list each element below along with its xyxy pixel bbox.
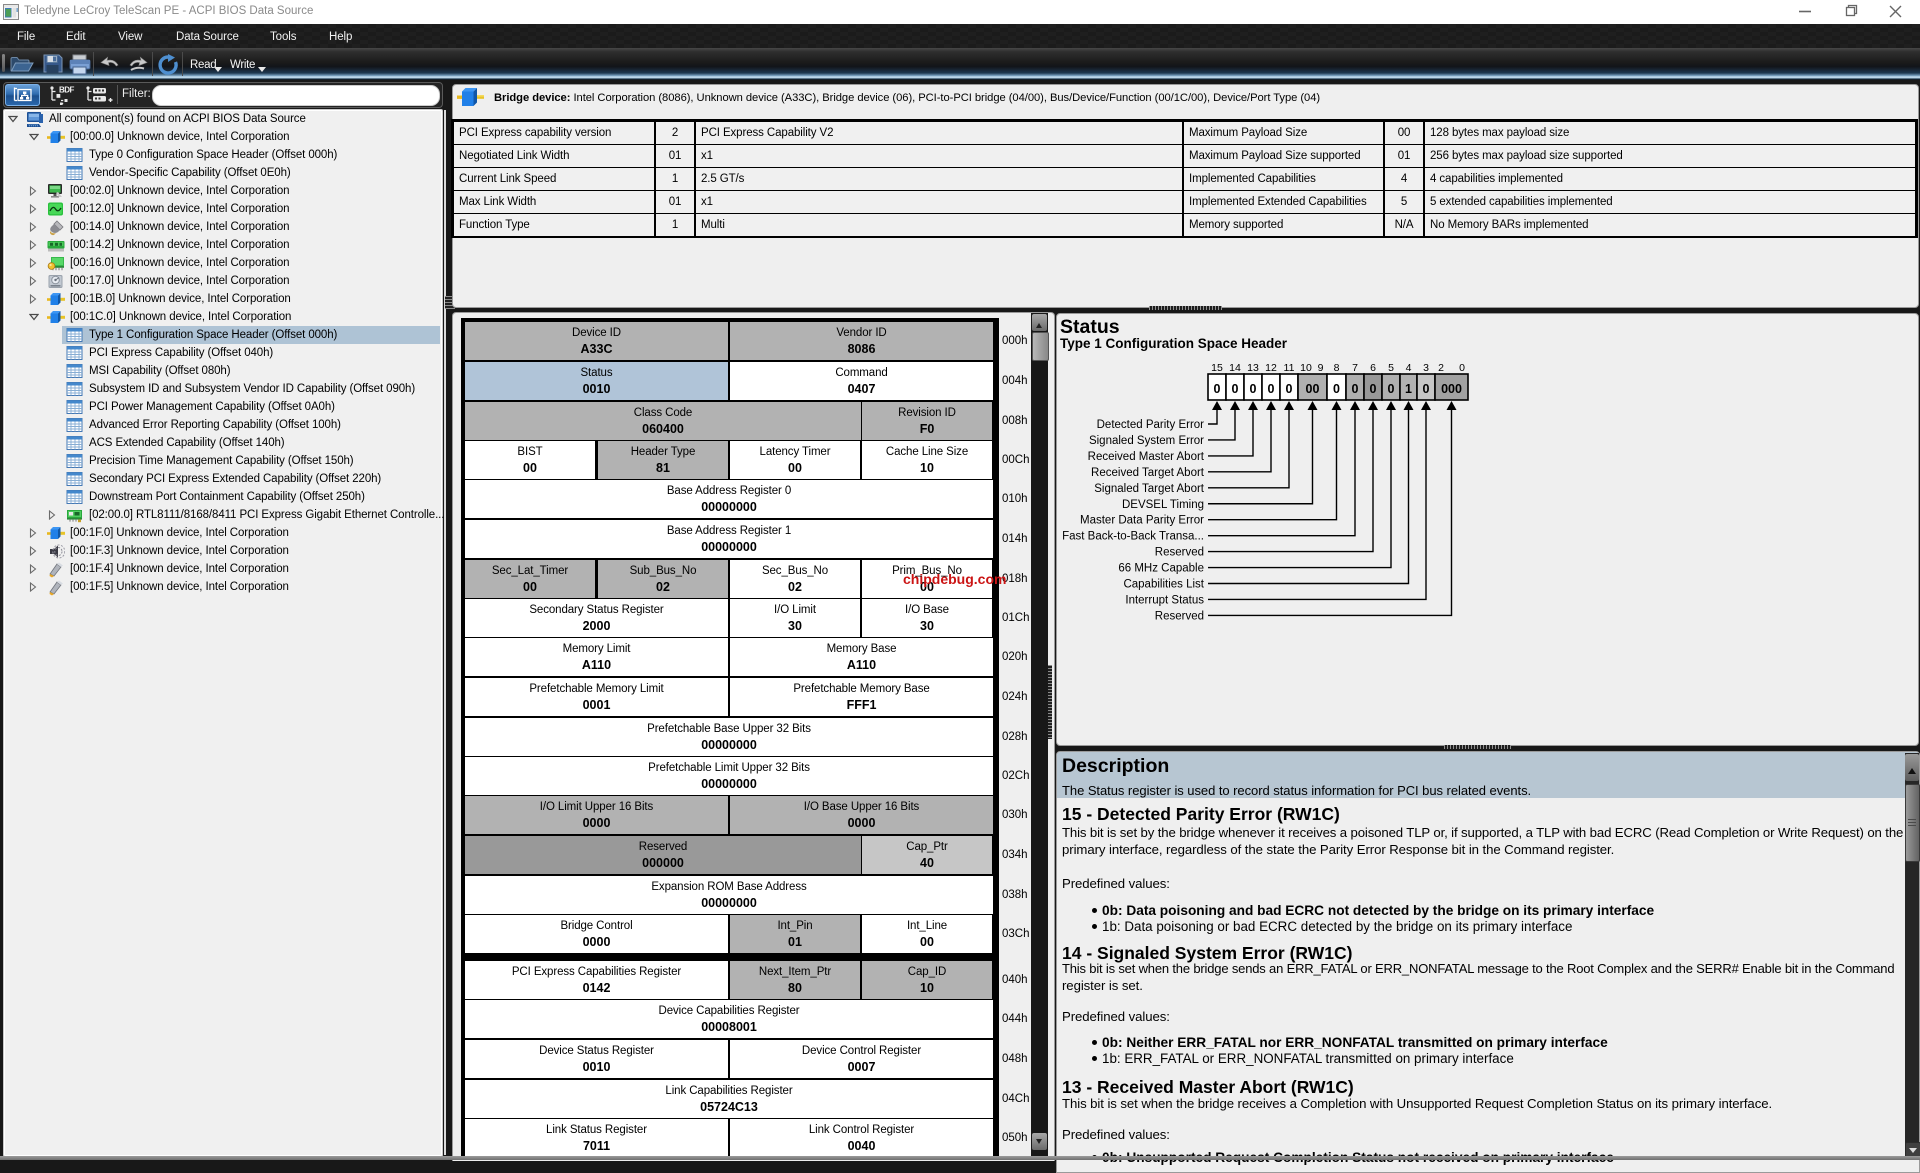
svg-text:8: 8 (1334, 362, 1340, 374)
svg-text:0: 0 (1250, 382, 1257, 396)
svg-text:Detected Parity Error: Detected Parity Error (1097, 419, 1205, 431)
svg-text:Fast Back-to-Back Transa...: Fast Back-to-Back Transa... (1062, 531, 1204, 543)
svg-text:7: 7 (1352, 362, 1358, 374)
svg-text:Capabilities List: Capabilities List (1123, 579, 1204, 591)
svg-text:0: 0 (1333, 382, 1340, 396)
svg-text:0: 0 (1232, 382, 1239, 396)
svg-text:13: 13 (1247, 362, 1259, 374)
svg-text:000: 000 (1441, 382, 1462, 396)
svg-text:4: 4 (1406, 362, 1412, 374)
svg-text:0: 0 (1286, 382, 1293, 396)
svg-text:6: 6 (1370, 362, 1376, 374)
svg-text:Signaled System Error: Signaled System Error (1089, 435, 1204, 447)
svg-text:00: 00 (1306, 382, 1320, 396)
svg-text:0: 0 (1370, 382, 1377, 396)
svg-text:14: 14 (1229, 362, 1241, 374)
svg-text:66 MHz Capable: 66 MHz Capable (1118, 563, 1204, 575)
svg-text:0: 0 (1268, 382, 1275, 396)
svg-text:Signaled Target Abort: Signaled Target Abort (1094, 483, 1205, 495)
svg-text:3: 3 (1423, 362, 1429, 374)
svg-text:BDF: BDF (59, 86, 75, 95)
svg-text:Reserved: Reserved (1155, 547, 1204, 559)
svg-text:11: 11 (1284, 362, 1295, 374)
svg-text:5: 5 (1388, 362, 1394, 374)
svg-text:Reserved: Reserved (1155, 610, 1204, 622)
svg-text:15: 15 (1211, 362, 1223, 374)
svg-text:10: 10 (1300, 362, 1312, 374)
svg-text:Master Data Parity Error: Master Data Parity Error (1080, 515, 1204, 527)
svg-text:9: 9 (1318, 362, 1324, 374)
svg-text:0: 0 (1388, 382, 1395, 396)
svg-text:0: 0 (1459, 362, 1465, 374)
svg-text:Received Master Abort: Received Master Abort (1088, 451, 1205, 463)
svg-text:Received Target Abort: Received Target Abort (1091, 467, 1205, 479)
svg-text:0: 0 (1352, 382, 1359, 396)
svg-text:DEVSEL Timing: DEVSEL Timing (1122, 499, 1204, 511)
svg-text:2: 2 (1438, 362, 1444, 374)
svg-text:1: 1 (1405, 382, 1412, 396)
svg-text:0: 0 (1214, 382, 1221, 396)
svg-text:0: 0 (1423, 382, 1430, 396)
svg-text:12: 12 (1265, 362, 1277, 374)
svg-text:Interrupt Status: Interrupt Status (1125, 594, 1204, 606)
